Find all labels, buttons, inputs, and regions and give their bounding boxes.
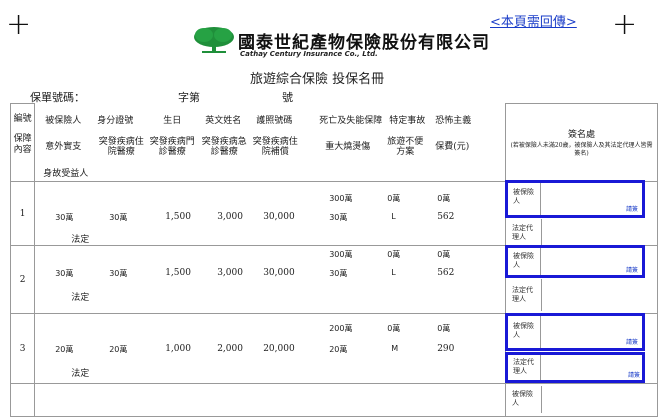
row-number: 2	[9, 245, 36, 314]
insured-signature-box[interactable]: 被保險人 請簽	[505, 245, 645, 278]
burn-value: 30萬	[329, 213, 348, 222]
col-plan: 旅遊不便方案	[387, 136, 424, 157]
row-number: 3	[9, 313, 36, 384]
plan-value: L	[391, 212, 396, 221]
col-er: 突發疾病急診醫療	[201, 136, 247, 157]
premium-value: 562	[437, 268, 455, 278]
death-value: 300萬	[329, 250, 353, 259]
clinic-value: 1,000	[165, 344, 191, 354]
row-values: 300萬 0萬 0萬 30萬 30萬 1,500 3,000 30,000 30…	[34, 245, 506, 314]
beneficiary-value: 法定	[71, 235, 90, 245]
cathay-tree-logo-icon	[192, 26, 236, 54]
table-header-row: 編號 保障內容 被保險人 身分證號 生日 英文姓名 護照號碼 死亡及失能保障 特…	[9, 103, 658, 182]
hosp-med-value: 30萬	[109, 213, 128, 222]
return-required-link[interactable]: <本頁需回傳>	[490, 11, 577, 30]
col-passport: 護照號碼	[256, 115, 293, 126]
sign-button[interactable]: 請簽	[628, 370, 640, 379]
special-value: 0萬	[387, 250, 401, 259]
insured-label: 被保險人	[512, 390, 533, 407]
col-clinic: 突發疾病門診醫療	[149, 136, 195, 157]
col-hosp-med: 突發疾病住院醫療	[98, 136, 144, 157]
sign-button[interactable]: 請簽	[626, 337, 638, 346]
er-value: 3,000	[217, 268, 243, 278]
guardian-label: 法定代理人	[512, 224, 533, 241]
col-special: 特定事故	[389, 115, 426, 126]
clinic-value: 1,500	[165, 212, 191, 222]
terror-value: 0萬	[437, 250, 451, 259]
guardian-signature-box[interactable]: 法定代理人 請簽	[505, 352, 645, 383]
company-name-en: Cathay Century Insurance Co., Ltd.	[240, 50, 378, 58]
burn-value: 30萬	[329, 269, 348, 278]
hosp-comp-value: 20,000	[263, 344, 295, 354]
signature-header: 簽名處 (若被保險人未滿20歲，被保險人及其法定代理人皆需簽名)	[505, 103, 658, 182]
er-value: 3,000	[217, 212, 243, 222]
insured-signature-box[interactable]: 被保險人 請簽	[505, 180, 645, 218]
col-terror: 恐怖主義	[435, 115, 472, 126]
col-english-name: 英文姓名	[205, 115, 242, 126]
row-values: 200萬 0萬 0萬 20萬 20萬 1,000 2,000 20,000 20…	[34, 313, 506, 384]
registration-mark-left: +	[6, 7, 32, 42]
row-values	[34, 383, 506, 417]
premium-value: 290	[437, 344, 455, 354]
table-row	[9, 383, 658, 417]
burn-value: 20萬	[329, 345, 348, 354]
accident-value: 30萬	[55, 213, 74, 222]
hosp-med-value: 30萬	[109, 269, 128, 278]
death-value: 300萬	[329, 194, 353, 203]
terror-value: 0萬	[437, 324, 451, 333]
beneficiary-value: 法定	[71, 369, 90, 379]
insured-label: 被保險人	[513, 188, 534, 205]
insured-label: 被保險人	[513, 322, 534, 339]
plan-value: M	[391, 344, 399, 353]
guardian-label: 法定代理人	[513, 358, 534, 375]
guardian-label: 法定代理人	[512, 286, 533, 303]
divider	[540, 248, 541, 275]
accident-value: 30萬	[55, 269, 74, 278]
col-number-header: 編號 保障內容	[9, 103, 36, 182]
col-beneficiary: 身故受益人	[43, 168, 89, 179]
divider	[541, 279, 542, 311]
accident-value: 20萬	[55, 345, 74, 354]
signature-note: (若被保險人未滿20歲，被保險人及其法定代理人皆需簽名)	[510, 141, 653, 157]
col-hosp-comp: 突發疾病住院補償	[252, 136, 298, 157]
col-accident: 意外實支	[45, 141, 82, 152]
header-columns-block: 被保險人 身分證號 生日 英文姓名 護照號碼 死亡及失能保障 特定事故 恐怖主義…	[35, 104, 506, 182]
registration-mark-right: +	[612, 7, 638, 42]
col-insured: 被保險人	[45, 115, 82, 126]
premium-value: 562	[437, 212, 455, 222]
col-death: 死亡及失能保障	[319, 115, 383, 126]
death-value: 200萬	[329, 324, 353, 333]
col-birthday: 生日	[163, 115, 182, 126]
divider	[540, 183, 541, 215]
document-title: 旅遊綜合保險 投保名冊	[250, 72, 385, 87]
col-burn: 重大燒燙傷	[325, 141, 371, 152]
sign-button[interactable]: 請簽	[626, 265, 638, 274]
hosp-comp-value: 30,000	[263, 212, 295, 222]
row-number	[9, 383, 36, 417]
hosp-med-value: 20萬	[109, 345, 128, 354]
er-value: 2,000	[217, 344, 243, 354]
divider	[540, 355, 541, 380]
col-id: 身分證號	[97, 115, 134, 126]
col-premium: 保費(元)	[435, 141, 470, 152]
signature-title: 簽名處	[568, 129, 596, 140]
divider	[541, 386, 542, 413]
sign-button[interactable]: 請簽	[626, 204, 638, 213]
insured-label: 被保險人	[513, 252, 534, 269]
special-value: 0萬	[387, 194, 401, 203]
divider	[540, 316, 541, 348]
hosp-comp-value: 30,000	[263, 268, 295, 278]
plan-value: L	[391, 268, 396, 277]
clinic-value: 1,500	[165, 268, 191, 278]
insured-signature-box[interactable]: 被保險人 請簽	[505, 313, 645, 351]
row-number: 1	[9, 181, 36, 246]
terror-value: 0萬	[437, 194, 451, 203]
beneficiary-value: 法定	[71, 293, 90, 303]
special-value: 0萬	[387, 324, 401, 333]
divider	[541, 219, 542, 245]
row-values: 300萬 0萬 0萬 30萬 30萬 1,500 3,000 30,000 30…	[34, 181, 506, 246]
